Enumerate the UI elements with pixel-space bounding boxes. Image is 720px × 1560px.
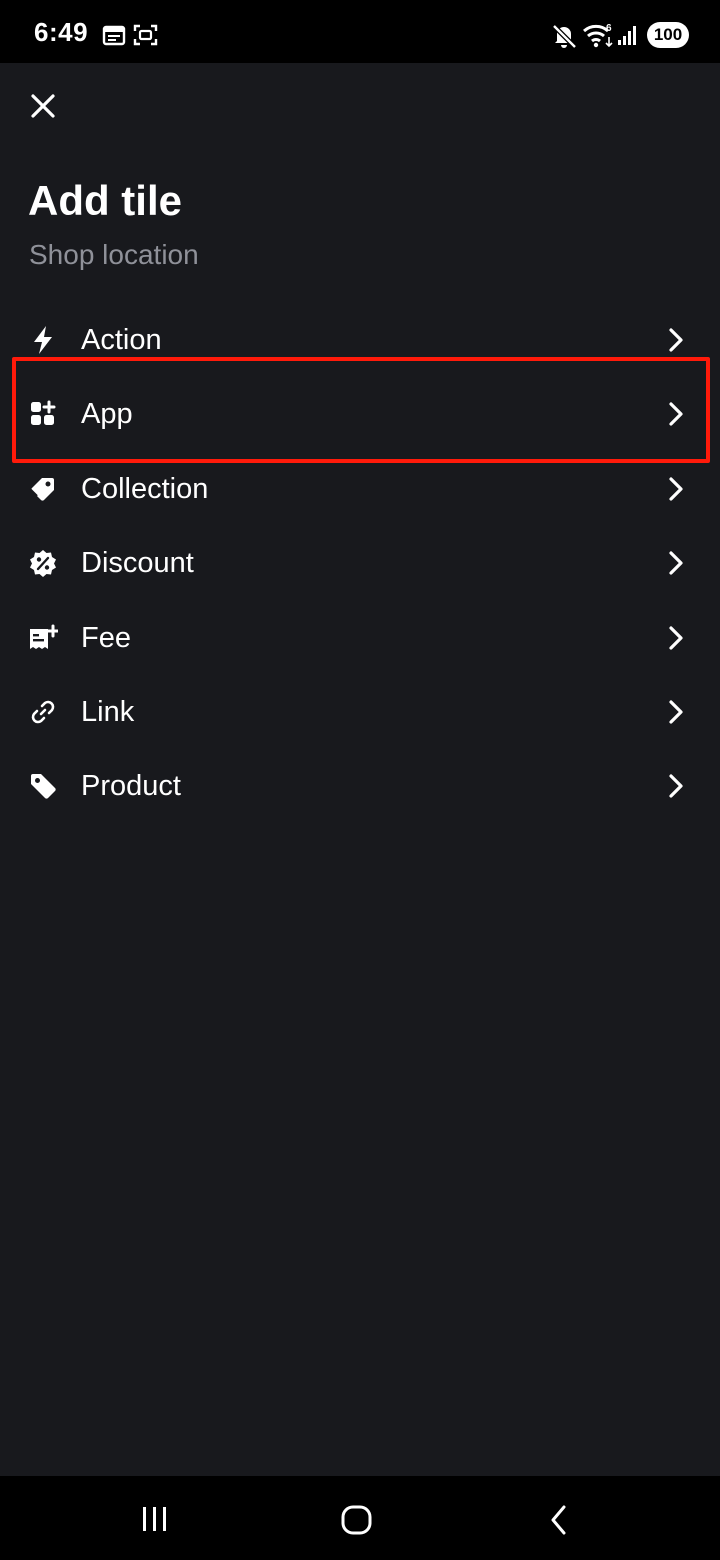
wifi-icon: 6 [583, 23, 613, 48]
battery-icon: 100 [647, 22, 689, 48]
menu-item-label: Product [81, 770, 181, 803]
menu-item-label: Fee [81, 621, 131, 654]
mute-icon [552, 24, 577, 49]
status-time: 6:49 [34, 17, 89, 47]
tags-icon [29, 477, 54, 501]
lightning-icon [34, 326, 52, 354]
menu-item-action[interactable]: Action [0, 302, 720, 376]
page-subtitle: Shop location [29, 239, 199, 270]
screenshot-icon [133, 24, 158, 46]
close-button[interactable] [20, 83, 66, 129]
navigation-bar [0, 1476, 720, 1560]
menu-item-link[interactable]: Link [0, 674, 720, 748]
chevron-right-icon [669, 477, 683, 501]
menu-item-fee[interactable]: Fee [0, 600, 720, 674]
menu-item-app[interactable]: App [0, 376, 720, 450]
chevron-right-icon [669, 700, 683, 724]
svg-text:6: 6 [606, 23, 612, 34]
tag-icon [31, 774, 56, 800]
chevron-right-icon [669, 774, 683, 798]
back-icon[interactable] [546, 1504, 572, 1536]
chevron-right-icon [669, 328, 683, 352]
recents-icon[interactable] [139, 1505, 171, 1533]
fee-icon [30, 624, 58, 649]
menu-item-collection[interactable]: Collection [0, 451, 720, 525]
chevron-right-icon [669, 625, 683, 650]
menu-item-label: Discount [81, 547, 194, 580]
chevron-right-icon [669, 551, 683, 575]
menu-item-discount[interactable]: Discount [0, 525, 720, 599]
close-icon [31, 94, 55, 118]
menu-item-label: Collection [81, 472, 209, 505]
signal-icon [618, 26, 636, 45]
menu-item-label: Link [81, 695, 135, 728]
status-bar: 6:49 6 100 [0, 0, 720, 63]
home-icon[interactable] [340, 1504, 374, 1536]
menu-item-label: Action [81, 324, 162, 356]
chevron-right-icon [669, 402, 683, 426]
discount-icon [30, 550, 56, 578]
page-title: Add tile [28, 177, 182, 224]
calendar-icon [102, 25, 126, 46]
tile-type-list: Action App Collection Discount Fee Link … [0, 302, 720, 823]
menu-item-label: App [81, 398, 133, 431]
link-icon [31, 700, 55, 724]
apps-icon [31, 400, 56, 426]
menu-item-product[interactable]: Product [0, 748, 720, 822]
